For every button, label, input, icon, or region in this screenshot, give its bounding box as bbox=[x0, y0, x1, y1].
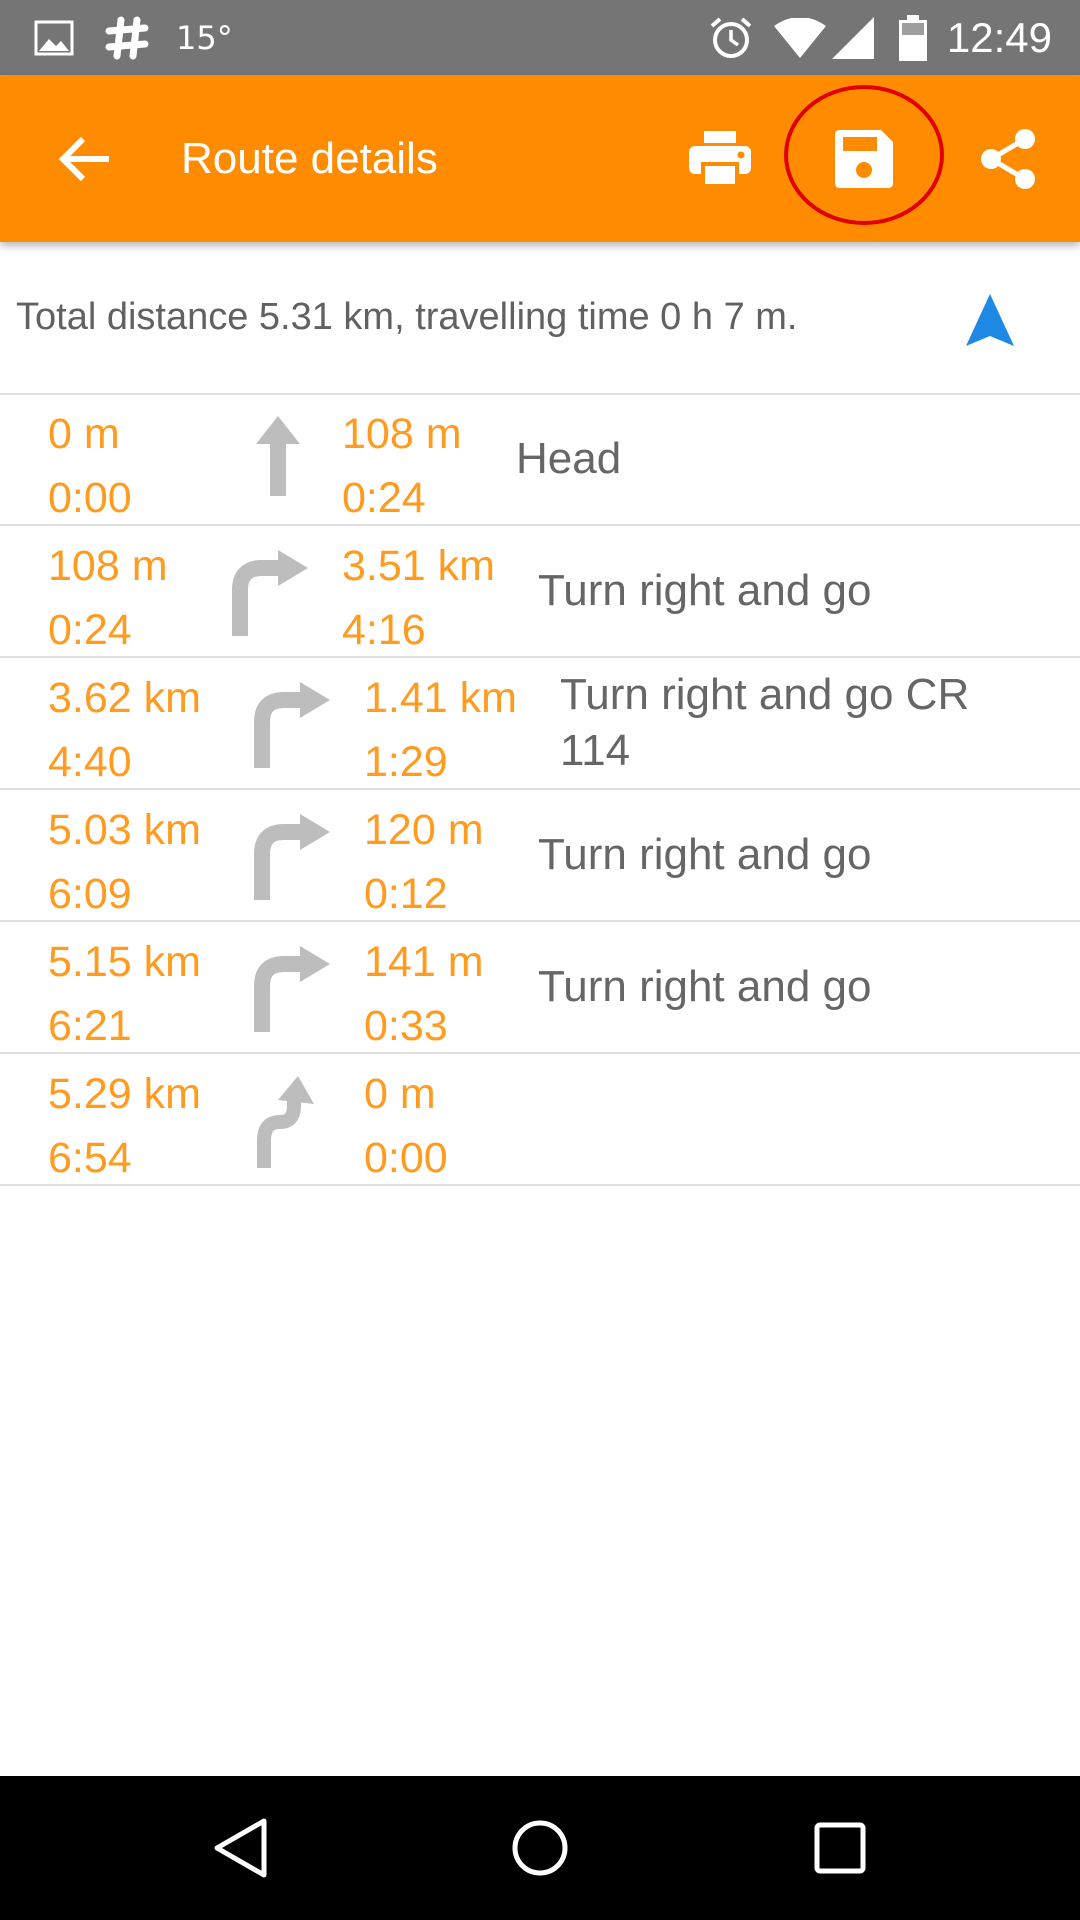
back-arrow-icon[interactable] bbox=[45, 75, 125, 242]
share-icon[interactable] bbox=[968, 75, 1048, 242]
wifi-icon bbox=[774, 0, 826, 75]
route-step[interactable]: 5.03 km 6:09 120 m 0:12 Turn right and g… bbox=[0, 790, 1080, 922]
route-step[interactable]: 0 m 0:00 108 m 0:24 Head bbox=[0, 394, 1080, 526]
step-start-column: 108 m 0:24 bbox=[48, 534, 168, 662]
segment-time: 1:29 bbox=[364, 738, 448, 786]
distance-from-start: 5.15 km bbox=[48, 938, 201, 986]
step-instruction: Turn right and go bbox=[538, 566, 872, 615]
segment-distance: 141 m bbox=[364, 938, 484, 986]
segment-time: 0:12 bbox=[364, 870, 448, 918]
step-segment-column: 120 m 0:12 bbox=[364, 798, 484, 926]
distance-from-start: 5.03 km bbox=[48, 806, 201, 854]
time-from-start: 0:00 bbox=[48, 474, 132, 522]
alarm-icon bbox=[708, 0, 754, 75]
time-from-start: 4:40 bbox=[48, 738, 132, 786]
route-step[interactable]: 3.62 km 4:40 1.41 km 1:29 Turn right and… bbox=[0, 658, 1080, 790]
step-start-column: 5.29 km 6:54 bbox=[48, 1062, 201, 1190]
route-step[interactable]: 108 m 0:24 3.51 km 4:16 Turn right and g… bbox=[0, 526, 1080, 658]
turn-right-icon bbox=[252, 942, 332, 1039]
segment-distance: 108 m bbox=[342, 410, 462, 458]
slight-right-icon bbox=[256, 1074, 326, 1175]
page-title: Route details bbox=[181, 134, 438, 183]
recents-square-icon[interactable] bbox=[780, 1776, 900, 1920]
distance-from-start: 0 m bbox=[48, 410, 120, 458]
segment-time: 4:16 bbox=[342, 606, 426, 654]
step-start-column: 0 m 0:00 bbox=[48, 402, 132, 530]
turn-right-icon bbox=[230, 546, 310, 643]
step-start-column: 5.03 km 6:09 bbox=[48, 798, 201, 926]
segment-distance: 120 m bbox=[364, 806, 484, 854]
step-instruction: Turn right and go CR 114 bbox=[560, 670, 970, 775]
turn-right-icon bbox=[252, 678, 332, 775]
route-step[interactable]: 5.29 km 6:54 0 m 0:00 bbox=[0, 1054, 1080, 1186]
turn-right-icon bbox=[252, 810, 332, 907]
step-instruction bbox=[538, 1054, 978, 1184]
app-bar: Route details bbox=[0, 75, 1080, 242]
summary-text: Total distance 5.31 km, travelling time … bbox=[16, 296, 798, 338]
straight-arrow-icon bbox=[252, 414, 304, 503]
time-from-start: 6:54 bbox=[48, 1134, 132, 1182]
segment-distance: 3.51 km bbox=[342, 542, 495, 590]
step-instruction: Turn right and go bbox=[538, 962, 872, 1011]
time-from-start: 0:24 bbox=[48, 606, 132, 654]
route-summary: Total distance 5.31 km, travelling time … bbox=[0, 242, 1080, 395]
home-circle-icon[interactable] bbox=[480, 1776, 600, 1920]
segment-distance: 0 m bbox=[364, 1070, 436, 1118]
time-from-start: 6:09 bbox=[48, 870, 132, 918]
temperature-text: 15° bbox=[176, 18, 233, 57]
step-start-column: 5.15 km 6:21 bbox=[48, 930, 201, 1058]
step-segment-column: 0 m 0:00 bbox=[364, 1062, 448, 1190]
step-instruction: Head bbox=[516, 434, 622, 483]
route-step[interactable]: 5.15 km 6:21 141 m 0:33 Turn right and g… bbox=[0, 922, 1080, 1054]
segment-time: 0:33 bbox=[364, 1002, 448, 1050]
system-nav-bar bbox=[0, 1776, 1080, 1920]
step-segment-column: 141 m 0:33 bbox=[364, 930, 484, 1058]
gallery-icon bbox=[34, 0, 74, 75]
status-bar: 15° 12:49 bbox=[0, 0, 1080, 75]
segment-time: 0:24 bbox=[342, 474, 426, 522]
signal-icon bbox=[832, 0, 874, 75]
step-segment-column: 1.41 km 1:29 bbox=[364, 666, 517, 794]
step-segment-column: 108 m 0:24 bbox=[342, 402, 462, 530]
segment-distance: 1.41 km bbox=[364, 674, 517, 722]
back-triangle-icon[interactable] bbox=[180, 1776, 300, 1920]
distance-from-start: 3.62 km bbox=[48, 674, 201, 722]
step-segment-column: 3.51 km 4:16 bbox=[342, 534, 495, 662]
distance-from-start: 108 m bbox=[48, 542, 168, 590]
navigation-arrow-icon[interactable] bbox=[962, 292, 1018, 353]
segment-time: 0:00 bbox=[364, 1134, 448, 1182]
route-steps-list: 0 m 0:00 108 m 0:24 Head 108 m 0:24 3.51… bbox=[0, 394, 1080, 1186]
print-icon[interactable] bbox=[680, 75, 760, 242]
distance-from-start: 5.29 km bbox=[48, 1070, 201, 1118]
step-start-column: 3.62 km 4:40 bbox=[48, 666, 201, 794]
slack-icon bbox=[103, 0, 151, 75]
step-instruction: Turn right and go bbox=[538, 830, 872, 879]
battery-icon bbox=[898, 0, 928, 75]
time-from-start: 6:21 bbox=[48, 1002, 132, 1050]
clock-text: 12:49 bbox=[946, 13, 1052, 61]
save-icon[interactable] bbox=[824, 75, 904, 242]
